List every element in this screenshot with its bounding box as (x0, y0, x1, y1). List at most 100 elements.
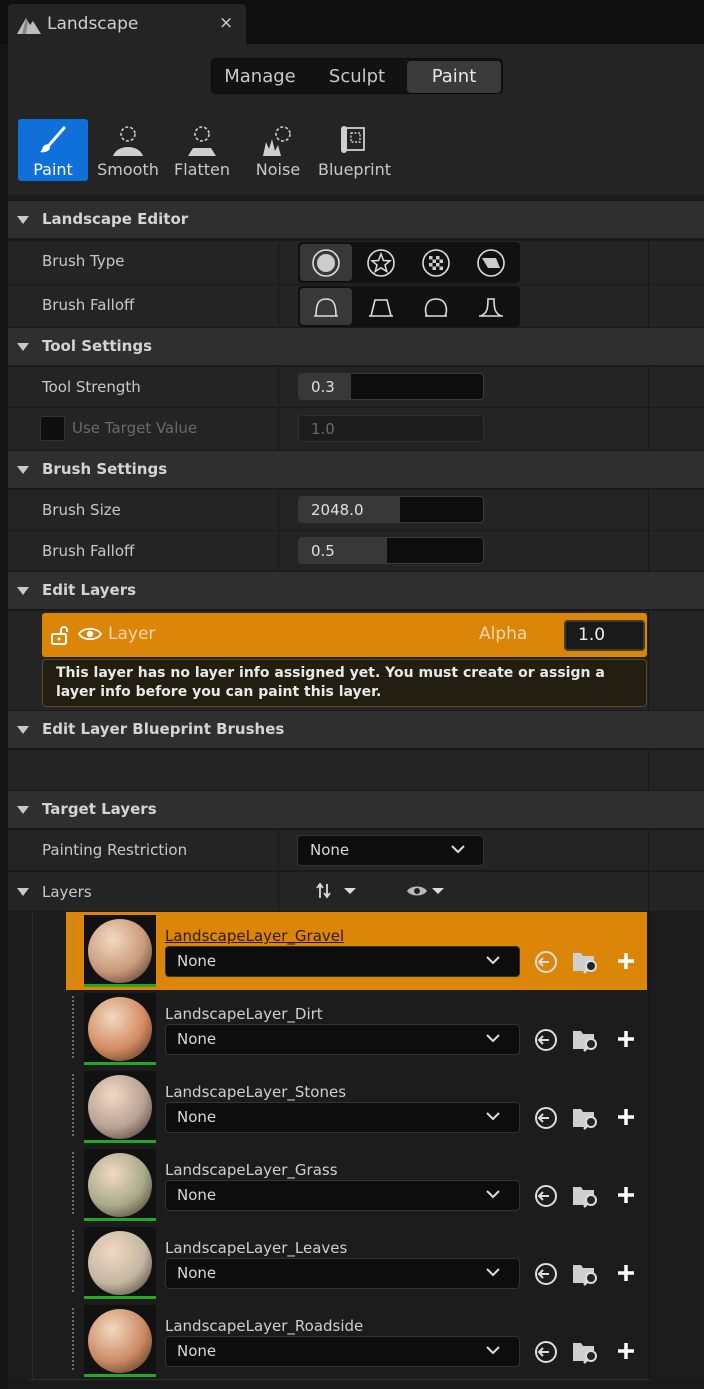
dropdown-value: None (177, 1030, 217, 1048)
circle-brush-button[interactable] (300, 244, 352, 281)
browse-asset-icon[interactable] (572, 1340, 600, 1364)
drag-handle[interactable] (71, 1073, 76, 1137)
target-layer-item[interactable]: LandscapeLayer_Stones None (66, 1068, 647, 1146)
tip-falloff-button[interactable] (465, 288, 517, 325)
brush-type-selector (298, 242, 520, 283)
brush-falloff-input[interactable]: 0.5 (298, 537, 484, 564)
create-layer-info-icon[interactable] (615, 1262, 637, 1284)
target-layer-item[interactable]: LandscapeLayer_Grass None (66, 1146, 647, 1224)
alpha-brush-button[interactable] (355, 244, 407, 281)
chevron-down-icon (486, 1112, 500, 1121)
use-selected-asset-icon[interactable] (534, 1106, 558, 1130)
target-layer-item[interactable]: LandscapeLayer_Roadside None (66, 1302, 647, 1380)
drag-handle[interactable] (71, 995, 76, 1059)
close-icon[interactable]: × (219, 13, 233, 33)
tool-smooth[interactable]: Smooth (93, 119, 163, 181)
smooth-falloff-button[interactable] (300, 288, 352, 325)
tool-blueprint[interactable]: Blueprint (318, 119, 391, 181)
layer-info-dropdown[interactable]: None (165, 1024, 520, 1055)
warning-text: This layer has no layer info assigned ye… (56, 665, 605, 700)
create-layer-info-icon[interactable] (615, 1028, 637, 1050)
use-selected-asset-icon[interactable] (534, 1262, 558, 1286)
landscape-tab[interactable]: Landscape × (8, 4, 246, 44)
layer-thumbnail (84, 1305, 156, 1377)
dropdown-value: None (177, 1108, 217, 1126)
use-selected-asset-icon[interactable] (534, 1184, 558, 1208)
tip-falloff-icon (479, 298, 503, 317)
smooth-icon (113, 126, 143, 156)
use-selected-asset-icon[interactable] (534, 950, 558, 974)
mode-sculpt-button[interactable]: Sculpt (308, 61, 406, 93)
spherical-falloff-button[interactable] (410, 288, 462, 325)
create-layer-info-icon[interactable] (615, 1106, 637, 1128)
drag-handle[interactable] (71, 917, 76, 981)
brush-size-input[interactable]: 2048.0 (298, 496, 484, 523)
collapse-arrow-icon (17, 466, 29, 474)
section-edit-layers[interactable]: Edit Layers (8, 571, 704, 609)
use-selected-asset-icon[interactable] (534, 1028, 558, 1052)
create-layer-info-icon[interactable] (615, 1340, 637, 1362)
edit-layer-item[interactable]: Layer Alpha 1.0 (42, 613, 647, 657)
brush-size-row: Brush Size 2048.0 (8, 489, 704, 530)
mode-manage-button[interactable]: Manage (214, 61, 306, 93)
browse-asset-icon[interactable] (572, 1028, 600, 1052)
layer-info-warning: This layer has no layer info assigned ye… (42, 659, 647, 707)
collapse-arrow-icon (17, 587, 29, 595)
tool-noise[interactable]: Noise (243, 119, 313, 181)
pattern-brush-button[interactable] (410, 244, 462, 281)
layer-info-dropdown[interactable]: None (165, 946, 520, 977)
edit-layer-name: Layer (108, 624, 156, 644)
drag-handle[interactable] (71, 1151, 76, 1215)
mode-switch: Manage Sculpt Paint (211, 58, 503, 94)
collapse-arrow-icon (17, 216, 29, 224)
layer-info-dropdown[interactable]: None (165, 1102, 520, 1133)
landscape-icon (17, 18, 41, 34)
paint-brush-icon (40, 126, 66, 153)
browse-asset-icon[interactable] (572, 950, 600, 974)
layer-info-dropdown[interactable]: None (165, 1258, 520, 1289)
drag-handle[interactable] (71, 1229, 76, 1293)
use-selected-asset-icon[interactable] (534, 1340, 558, 1364)
section-brush-settings[interactable]: Brush Settings (8, 450, 704, 488)
tool-strength-input[interactable]: 0.3 (298, 373, 484, 400)
section-tool-settings[interactable]: Tool Settings (8, 327, 704, 365)
tool-flatten[interactable]: Flatten (167, 119, 237, 181)
linear-falloff-button[interactable] (355, 288, 407, 325)
section-title: Landscape Editor (42, 210, 189, 228)
target-value-input[interactable]: 1.0 (298, 415, 484, 442)
chevron-down-icon (451, 845, 465, 854)
alpha-input[interactable]: 1.0 (564, 620, 645, 651)
gizmo-brush-button[interactable] (465, 244, 517, 281)
collapse-arrow-icon[interactable] (17, 888, 29, 896)
layer-info-dropdown[interactable]: None (165, 1336, 520, 1367)
material-preview-sphere (88, 1075, 152, 1139)
flatten-icon (188, 126, 216, 156)
browse-asset-icon[interactable] (572, 1262, 600, 1286)
create-layer-info-icon[interactable] (615, 1184, 637, 1206)
painting-restriction-dropdown[interactable]: None (297, 835, 484, 866)
unlocked-icon[interactable] (50, 624, 70, 646)
drag-handle[interactable] (71, 1307, 76, 1371)
target-layer-item[interactable]: LandscapeLayer_Leaves None (66, 1224, 647, 1302)
layer-info-dropdown[interactable]: None (165, 1180, 520, 1211)
material-preview-sphere (88, 919, 152, 983)
create-layer-info-icon[interactable] (615, 950, 637, 972)
sort-icon[interactable] (316, 882, 360, 900)
section-edit-layer-blueprint-brushes[interactable]: Edit Layer Blueprint Brushes (8, 710, 704, 748)
dropdown-value: None (177, 1342, 217, 1360)
tool-label: Noise (255, 160, 301, 179)
browse-asset-icon[interactable] (572, 1184, 600, 1208)
tool-paint[interactable]: Paint (18, 119, 88, 181)
collapse-arrow-icon (17, 343, 29, 351)
layer-thumbnail (84, 1149, 156, 1221)
browse-asset-icon[interactable] (572, 1106, 600, 1130)
target-layer-name: LandscapeLayer_Dirt (165, 1005, 323, 1023)
visibility-filter-icon[interactable] (406, 884, 446, 898)
section-target-layers[interactable]: Target Layers (8, 790, 704, 828)
target-layer-item[interactable]: LandscapeLayer_Dirt None (66, 990, 647, 1068)
section-landscape-editor[interactable]: Landscape Editor (8, 200, 704, 238)
visibility-eye-icon[interactable] (78, 626, 102, 642)
target-layer-item[interactable]: LandscapeLayer_Gravel None (66, 912, 647, 990)
mode-paint-button[interactable]: Paint (407, 61, 501, 93)
use-target-value-checkbox[interactable] (40, 416, 65, 441)
